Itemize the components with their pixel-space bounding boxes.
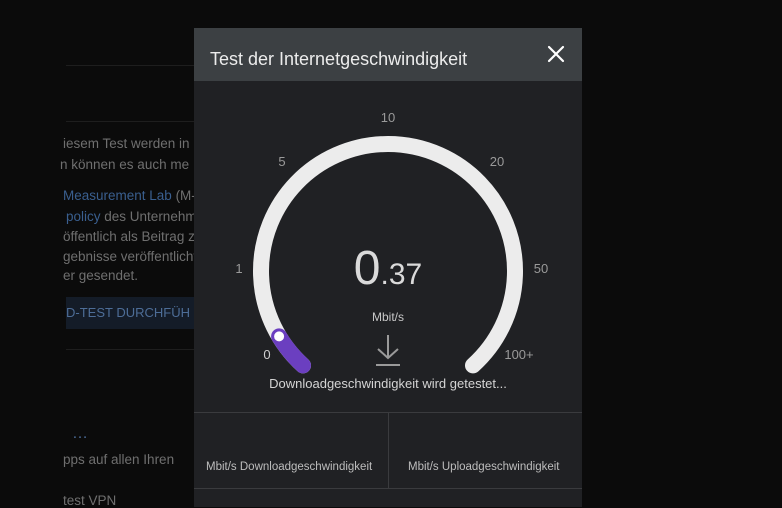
more-dots[interactable]: … bbox=[72, 425, 89, 443]
upload-result-label: Mbit/s Uploadgeschwindigkeit bbox=[408, 461, 560, 473]
scale-label-0: 0 bbox=[263, 347, 271, 362]
bg-text: n können es auch me bbox=[60, 157, 190, 172]
dialog-title: Test der Internetgeschwindigkeit bbox=[210, 49, 468, 69]
divider bbox=[66, 121, 196, 122]
bg-text: pps auf allen Ihren bbox=[63, 452, 175, 467]
speed-unit: Mbit/s bbox=[371, 310, 404, 324]
gauge-knob bbox=[272, 329, 287, 344]
bg-text: iesem Test werden in bbox=[63, 136, 190, 151]
mlab-link[interactable]: Measurement Lab bbox=[63, 188, 172, 203]
speed-test-dialog: Test der Internetgeschwindigkeit 0 1 5 1… bbox=[194, 28, 582, 507]
download-arrow-icon bbox=[376, 335, 400, 366]
speed-decimal: .37 bbox=[380, 258, 423, 291]
divider bbox=[66, 349, 196, 350]
run-speed-test-button[interactable]: D-TEST DURCHFÜH bbox=[66, 297, 196, 329]
policy-link[interactable]: policy bbox=[66, 209, 101, 224]
speed-integer: 0 bbox=[353, 242, 381, 295]
bg-text: er gesendet. bbox=[63, 268, 139, 283]
status-text: Downloadgeschwindigkeit wird getestet... bbox=[269, 376, 507, 391]
divider bbox=[388, 412, 389, 488]
bg-text-mlab: Measurement Lab (M- bbox=[63, 188, 196, 203]
bg-text: öffentlich als Beitrag z bbox=[63, 229, 195, 244]
scale-label-20: 20 bbox=[489, 154, 505, 169]
scale-label-5: 5 bbox=[278, 154, 286, 169]
download-result-label: Mbit/s Downloadgeschwindigkeit bbox=[206, 461, 373, 473]
speed-readout: 0.37 bbox=[194, 241, 582, 296]
scale-label-10: 10 bbox=[380, 110, 396, 125]
bg-text: test VPN bbox=[63, 493, 117, 508]
scale-label-100: 100+ bbox=[504, 347, 534, 362]
bg-text-policy: policy des Unternehm bbox=[66, 209, 197, 224]
dialog-header: Test der Internetgeschwindigkeit bbox=[194, 28, 582, 81]
bg-text: gebnisse veröffentlicht bbox=[63, 249, 198, 264]
divider bbox=[66, 65, 196, 66]
close-icon bbox=[547, 45, 565, 63]
divider bbox=[194, 488, 582, 489]
close-button[interactable] bbox=[544, 42, 568, 66]
